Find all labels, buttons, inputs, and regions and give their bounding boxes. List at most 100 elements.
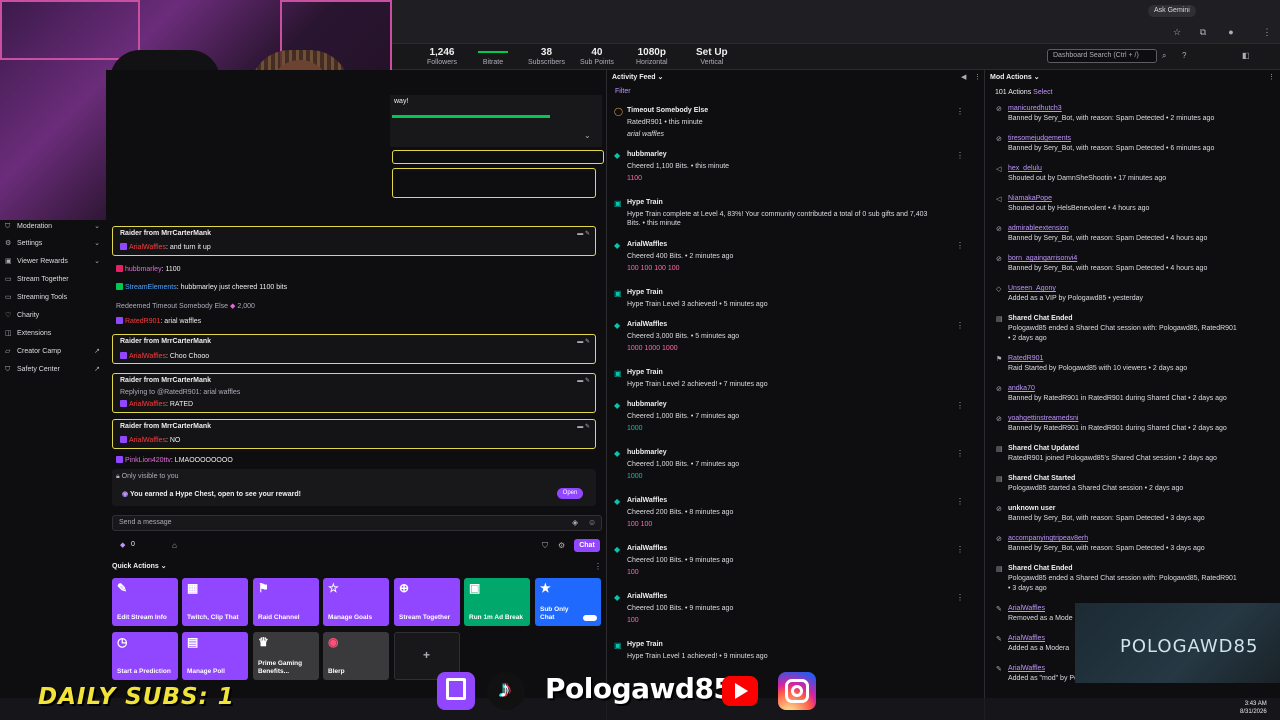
chat-username[interactable]: ArialWaffles (129, 244, 166, 251)
more-icon[interactable]: ⋮ (956, 449, 964, 458)
stat-subscribers[interactable]: 38 Subscribers (528, 47, 565, 67)
chat-username[interactable]: PinkLion420ttv (125, 457, 171, 464)
quick-action-ad-break[interactable]: ▣ Run 1m Ad Break (464, 578, 530, 626)
sidebar-item-streaming-tools[interactable]: ▭ Streaming Tools (0, 291, 106, 305)
sidebar-item-viewer-rewards[interactable]: ▣ Viewer Rewards ⌄ (0, 255, 106, 269)
quick-action-clip[interactable]: ▦ Twitch, Clip That (182, 578, 248, 626)
more-icon[interactable]: ⋮ (956, 593, 964, 602)
star-icon[interactable]: ☆ (1172, 27, 1182, 37)
select-button[interactable]: Select (1033, 89, 1052, 96)
more-icon[interactable]: ⋮ (1268, 73, 1275, 81)
menu-icon[interactable]: ⋮ (1262, 27, 1272, 37)
ask-gemini-button[interactable]: Ask Gemini (1148, 5, 1196, 17)
more-icon[interactable]: ⋮ (956, 321, 964, 330)
more-icon[interactable]: ⋮ (974, 73, 981, 81)
chat-username[interactable]: ArialWaffles (129, 353, 166, 360)
help-icon[interactable]: ? (1182, 51, 1186, 60)
filter-button[interactable]: Filter (615, 88, 631, 95)
chat-username[interactable]: ArialWaffles (129, 437, 166, 444)
chat-username[interactable]: ArialWaffles (129, 401, 166, 408)
quick-action-blerp[interactable]: ◉ Blerp (323, 632, 389, 680)
quick-action-sub-only-chat[interactable]: ★ Sub Only Chat (535, 578, 601, 626)
more-icon[interactable]: ⋮ (594, 562, 602, 571)
toggle-switch[interactable] (583, 615, 597, 621)
mod-desc: Banned by RatedR901 in RatedR901 during … (1008, 425, 1227, 432)
more-icon[interactable]: ⋮ (956, 401, 964, 410)
pin-edit-icon[interactable]: ▬ ✎ (577, 423, 590, 430)
mod-target[interactable]: ArialWaffles (1008, 605, 1045, 612)
chevron-down-icon[interactable]: ⌄ (584, 131, 591, 140)
sidebar-item-charity[interactable]: ♡ Charity (0, 309, 106, 323)
raid-message[interactable]: Raider from MrrCarterMank ▬ ✎ ArialWaffl… (112, 334, 596, 364)
raid-message[interactable]: Raider from MrrCarterMank ▬ ✎ ArialWaffl… (112, 226, 596, 256)
heart-icon: ♡ (5, 312, 12, 319)
mod-target[interactable]: yoahgettinstreamedsni (1008, 415, 1078, 422)
more-icon[interactable]: ⋮ (956, 107, 964, 116)
quick-action-edit-stream-info[interactable]: ✎ Edit Stream Info (112, 578, 178, 626)
open-hype-chest-button[interactable]: Open (557, 488, 583, 499)
pin-edit-icon[interactable]: ▬ ✎ (577, 377, 590, 384)
stat-resolution[interactable]: 1080p Horizontal (636, 47, 668, 67)
emote-icon[interactable]: ☺ (588, 518, 596, 527)
quick-action-poll[interactable]: ▤ Manage Poll (182, 632, 248, 680)
hype-train-banner[interactable] (390, 95, 602, 147)
profile-icon[interactable]: ● (1226, 27, 1236, 37)
quick-action-stream-together[interactable]: ⊕ Stream Together (394, 578, 460, 626)
more-icon[interactable]: ⋮ (956, 241, 964, 250)
sidebar-item-settings[interactable]: ⚙ Settings ⌄ (0, 237, 106, 251)
mod-target[interactable]: accompanyingtripeav8erh (1008, 535, 1088, 542)
channel-points-icon[interactable]: ◆ (120, 541, 125, 549)
hype-chest-icon[interactable]: ⌂ (172, 541, 177, 550)
chat-username[interactable]: RatedR901 (125, 318, 160, 325)
mod-target[interactable]: tiresomejudgements (1008, 135, 1071, 142)
activity-feed-title[interactable]: Activity Feed ⌄ (612, 73, 663, 81)
mod-target[interactable]: NiamakaPope (1008, 195, 1052, 202)
mod-target[interactable]: admirableextension (1008, 225, 1069, 232)
dashboard-search-input[interactable]: Dashboard Search (Ctrl + /) (1047, 49, 1157, 63)
mod-actions-title[interactable]: Mod Actions ⌄ (990, 73, 1040, 81)
stat-sub-points[interactable]: 40 Sub Points (580, 47, 614, 67)
stat-bitrate[interactable]: Bitrate (478, 47, 508, 67)
pin-edit-icon[interactable]: ▬ ✎ (577, 338, 590, 345)
more-icon[interactable]: ⋮ (956, 497, 964, 506)
sidebar-item-stream-together[interactable]: ▭ Stream Together (0, 273, 106, 287)
chat-send-button[interactable]: Chat (574, 539, 600, 552)
mod-target[interactable]: ArialWaffles (1008, 665, 1045, 672)
sidebar-item-safety-center[interactable]: ⛉ Safety Center ↗ (0, 363, 106, 377)
extensions-icon[interactable]: ⧉ (1198, 27, 1208, 37)
gear-icon[interactable]: ⚙ (558, 541, 565, 550)
sidebar-item-moderation[interactable]: ⛉ Moderation ⌄ (0, 220, 106, 234)
quick-action-prediction[interactable]: ◷ Start a Prediction (112, 632, 178, 680)
notifications-icon[interactable]: ◧ (1242, 51, 1250, 60)
chat-username[interactable]: hubbmarley (125, 266, 162, 273)
raid-message[interactable]: Raider from MrrCarterMank ▬ ✎ ArialWaffl… (112, 419, 596, 449)
chat-input[interactable]: Send a message (112, 515, 602, 531)
mod-target[interactable]: Unseen_Agony (1008, 285, 1056, 292)
sidebar-item-extensions[interactable]: ◫ Extensions (0, 327, 106, 341)
search-icon[interactable]: ⌕ (1162, 51, 1166, 61)
sidebar-item-label: Settings (17, 240, 43, 247)
more-icon[interactable]: ⋮ (956, 545, 964, 554)
poll-icon: ▤ (187, 635, 199, 649)
quick-action-goals[interactable]: ☆ Manage Goals (323, 578, 389, 626)
shield-icon[interactable]: ⛉ (542, 541, 548, 551)
chat-username[interactable]: StreamElements (125, 284, 177, 291)
mod-target[interactable]: ArialWaffles (1008, 635, 1045, 642)
quick-action-raid[interactable]: ⚑ Raid Channel (253, 578, 319, 626)
raid-message[interactable]: Raider from MrrCarterMank ▬ ✎ Replying t… (112, 373, 596, 413)
mod-target[interactable]: andka70 (1008, 385, 1035, 392)
stat-vertical[interactable]: Set Up Vertical (696, 47, 728, 67)
sidebar-item-creator-camp[interactable]: ▱ Creator Camp ↗ (0, 345, 106, 359)
mod-target[interactable]: hex_delulu (1008, 165, 1042, 172)
mod-target[interactable]: RatedR901 (1008, 355, 1043, 362)
stat-followers[interactable]: 1,246 Followers (427, 47, 457, 67)
bits-icon[interactable]: ◈ (572, 518, 578, 527)
volume-icon[interactable]: ◀ (961, 73, 966, 81)
more-icon[interactable]: ⋮ (956, 151, 964, 160)
mod-target[interactable]: born_againgarrisonvi4 (1008, 255, 1077, 262)
quick-action-prime-gaming[interactable]: ♛ Prime Gaming Benefits... (253, 632, 319, 680)
shared-chat-icon: ▤ (996, 476, 1003, 483)
mod-target[interactable]: manicuredhutch3 (1008, 105, 1062, 112)
pin-edit-icon[interactable]: ▬ ✎ (577, 230, 590, 237)
quick-actions-header[interactable]: Quick Actions ⌄ (112, 562, 167, 570)
